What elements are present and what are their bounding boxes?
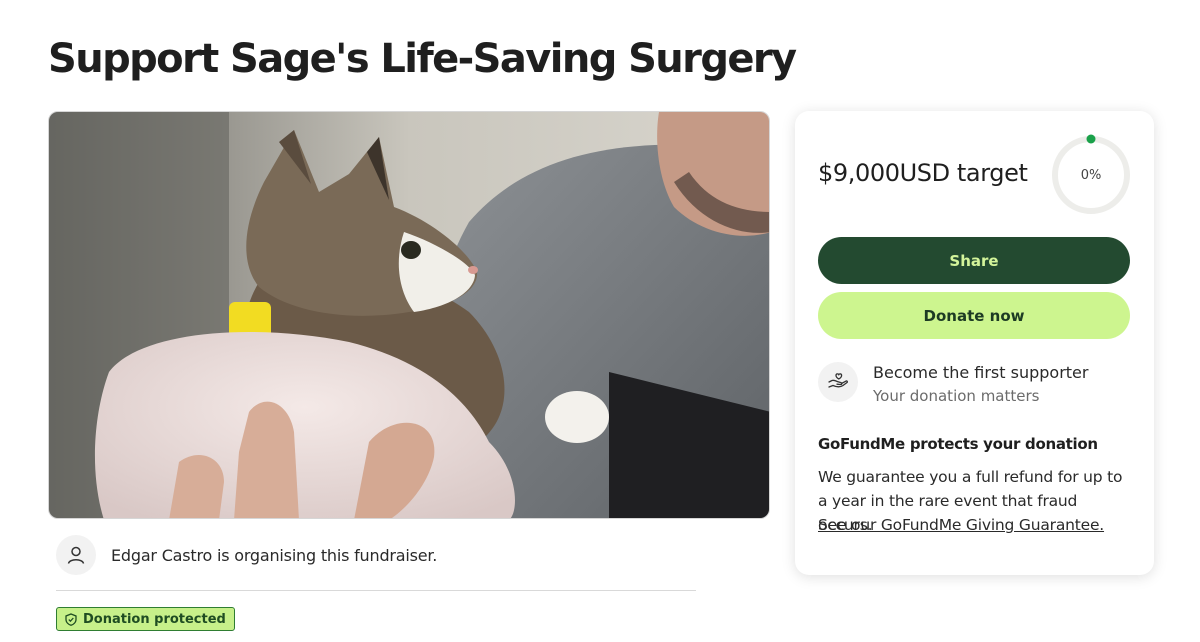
first-supporter-row: Become the first supporter Your donation…: [818, 362, 1088, 408]
donate-now-button[interactable]: Donate now: [818, 292, 1130, 339]
avatar: [56, 535, 96, 575]
shield-icon: [65, 612, 77, 626]
progress-ring: 0%: [1050, 134, 1132, 216]
target-amount: $9,000USD target: [818, 159, 1028, 187]
cat-photo: [49, 112, 769, 518]
hand-heart-icon: [818, 362, 858, 402]
page-title: Support Sage's Life-Saving Surgery: [48, 36, 797, 82]
protection-title: GoFundMe protects your donation: [818, 435, 1098, 453]
supporter-title: Become the first supporter: [873, 363, 1089, 382]
badge-label: Donation protected: [83, 611, 226, 627]
divider: [56, 590, 696, 591]
person-icon: [67, 546, 85, 564]
share-button[interactable]: Share: [818, 237, 1130, 284]
hero-image: [48, 111, 770, 519]
organiser-text: Edgar Castro is organising this fundrais…: [111, 545, 438, 565]
supporter-subtitle: Your donation matters: [873, 387, 1040, 405]
progress-label: 0%: [1080, 167, 1102, 183]
donation-card: $9,000USD target 0% Share Donate now Bec…: [795, 111, 1154, 575]
fundraiser-page: Support Sage's Life-Saving Surgery Edgar…: [0, 0, 1200, 642]
donation-protected-badge: Donation protected: [56, 607, 235, 631]
giving-guarantee-link[interactable]: See our GoFundMe Giving Guarantee.: [818, 513, 1104, 537]
organiser-row: Edgar Castro is organising this fundrais…: [56, 535, 696, 575]
